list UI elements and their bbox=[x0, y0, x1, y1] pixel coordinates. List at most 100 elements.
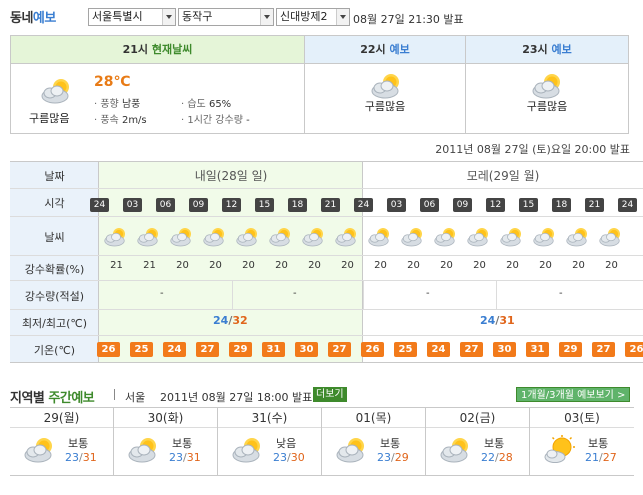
rain-prob-cell: 20 bbox=[572, 260, 585, 271]
rain-amount-cell: - bbox=[160, 288, 164, 299]
weekly-desc: 보통 bbox=[68, 437, 89, 450]
hour-badge: 09 bbox=[189, 198, 208, 212]
weekly-date: 30(화) bbox=[114, 408, 217, 428]
hour-badge: 18 bbox=[288, 198, 307, 212]
weekly-day-cell: 31(수) 낮음 23/30 bbox=[218, 408, 322, 475]
hour-badge: 12 bbox=[486, 198, 505, 212]
row-label: 기온(℃) bbox=[33, 344, 76, 357]
rain-amount-cell: - bbox=[426, 288, 430, 299]
weekly-desc: 낮음 bbox=[276, 437, 297, 450]
weekly-desc: 보통 bbox=[172, 437, 193, 450]
partly-cloudy-icon bbox=[332, 225, 362, 249]
city-select[interactable]: 서울특별시 bbox=[88, 8, 176, 26]
weekly-day-cell: 01(목) 보통 23/29 bbox=[322, 408, 426, 475]
weekly-city: 서울 bbox=[125, 391, 146, 404]
temp-badge: 24 bbox=[427, 342, 450, 357]
weekly-date: 31(수) bbox=[218, 408, 321, 428]
district-select[interactable]: 동작구 bbox=[178, 8, 274, 26]
current-temp: 28℃ bbox=[94, 74, 131, 90]
header-issued-time: 08월 27일 21:30 발표 bbox=[353, 13, 464, 26]
rain-prob-cell: 20 bbox=[506, 260, 519, 271]
partly-cloudy-icon bbox=[233, 225, 263, 249]
temp-badge: 31 bbox=[262, 342, 285, 357]
rain-prob-cell: 20 bbox=[374, 260, 387, 271]
temp-badge: 27 bbox=[460, 342, 483, 357]
weekly-day-cell: 02(금) 보통 22/28 bbox=[426, 408, 530, 475]
hour-badge: 24 bbox=[90, 198, 109, 212]
partly-cloudy-icon bbox=[167, 225, 197, 249]
hour-badge: 15 bbox=[255, 198, 274, 212]
partly-cloudy-icon bbox=[436, 435, 476, 465]
temp-badge: 26 bbox=[97, 342, 120, 357]
weekly-min-max: 23/29 bbox=[377, 451, 409, 464]
rain-amount-cell: - bbox=[559, 288, 563, 299]
temp-badge: 31 bbox=[526, 342, 549, 357]
chevron-down-icon bbox=[162, 9, 175, 25]
partly-cloudy-icon bbox=[464, 225, 494, 249]
monthly-forecast-button[interactable]: 1개월/3개월 예보보기 > bbox=[516, 387, 631, 402]
partly-cloudy-icon bbox=[528, 71, 568, 101]
rain-prob-cell: 20 bbox=[176, 260, 189, 271]
rain-prob-cell: 20 bbox=[341, 260, 354, 271]
more-button[interactable]: 더보기 bbox=[313, 387, 347, 402]
rain-prob-cell: 20 bbox=[605, 260, 618, 271]
chevron-down-icon bbox=[336, 9, 349, 25]
forecast-issued-time: 2011년 08월 27일 (토)요일 20:00 발표 bbox=[435, 143, 630, 156]
hour-badge: 03 bbox=[123, 198, 142, 212]
temp-badge: 24 bbox=[163, 342, 186, 357]
row-label: 시각 bbox=[44, 197, 65, 210]
rain-prob-cell: 20 bbox=[308, 260, 321, 271]
partly-cloudy-icon bbox=[134, 225, 164, 249]
weekly-min-max: 23/31 bbox=[169, 451, 201, 464]
row-label: 날짜 bbox=[44, 170, 65, 183]
forecast-22h: 22시 예보 구름많음 bbox=[305, 36, 466, 133]
rain-prob-cell: 20 bbox=[440, 260, 453, 271]
hour-badge: 24 bbox=[354, 198, 373, 212]
partly-cloudy-icon bbox=[299, 225, 329, 249]
hour-badge: 12 bbox=[222, 198, 241, 212]
temp-badge: 30 bbox=[493, 342, 516, 357]
weekly-min-max: 22/28 bbox=[481, 451, 513, 464]
partly-cloudy-icon bbox=[124, 435, 164, 465]
temp-badge: 26 bbox=[625, 342, 643, 357]
hour-badge: 09 bbox=[453, 198, 472, 212]
temp-badge: 29 bbox=[229, 342, 252, 357]
rain-prob-cell: 20 bbox=[209, 260, 222, 271]
weekly-desc: 보통 bbox=[588, 437, 609, 450]
chevron-down-icon bbox=[260, 9, 273, 25]
partly-cloudy-icon bbox=[20, 435, 60, 465]
partly-cloudy-icon bbox=[228, 435, 268, 465]
weekly-date: 02(금) bbox=[426, 408, 529, 428]
temp-badge: 30 bbox=[295, 342, 318, 357]
rain-prob-cell: 20 bbox=[407, 260, 420, 271]
weekly-date: 29(월) bbox=[10, 408, 113, 428]
hour-badge: 24 bbox=[618, 198, 637, 212]
hour-badge: 15 bbox=[519, 198, 538, 212]
row-label: 강수확률(%) bbox=[24, 263, 85, 276]
hour-badge: 03 bbox=[387, 198, 406, 212]
rain-prob-cell: 20 bbox=[473, 260, 486, 271]
weekly-day-cell: 03(토) 보통 21/27 bbox=[530, 408, 634, 475]
temp-badge: 27 bbox=[592, 342, 615, 357]
weekly-date: 03(토) bbox=[530, 408, 634, 428]
partly-cloudy-icon bbox=[497, 225, 527, 249]
day-header-day-after: 모레(29일 월) bbox=[466, 169, 540, 183]
hour-badge: 21 bbox=[585, 198, 604, 212]
forecast-23h: 23시 예보 구름많음 bbox=[466, 36, 628, 133]
row-label: 최저/최고(℃) bbox=[21, 317, 88, 330]
weekly-date: 01(목) bbox=[322, 408, 425, 428]
dong-select[interactable]: 신대방제2 bbox=[276, 8, 350, 26]
hourly-forecast-table: 내일(28일 일) 모레(29일 월) 24/32 24/31 날짜 시각 날씨 강수… bbox=[10, 161, 643, 363]
hour-badge: 21 bbox=[321, 198, 340, 212]
weekly-day-cell: 30(화) 보통 23/31 bbox=[114, 408, 218, 475]
min-max-tomorrow: 24/32 bbox=[213, 314, 248, 327]
weekly-day-cell: 29(월) 보통 23/31 bbox=[10, 408, 114, 475]
partly-cloudy-icon bbox=[563, 225, 593, 249]
weekly-issued-time: 2011년 08월 27일 18:00 발표 bbox=[160, 391, 313, 404]
temp-badge: 26 bbox=[361, 342, 384, 357]
partly-cloudy-icon bbox=[37, 76, 77, 106]
partly-cloudy-icon bbox=[200, 225, 230, 249]
rain-prob-cell: 20 bbox=[275, 260, 288, 271]
partly-cloudy-icon bbox=[332, 435, 372, 465]
partly-cloudy-icon bbox=[365, 225, 395, 249]
